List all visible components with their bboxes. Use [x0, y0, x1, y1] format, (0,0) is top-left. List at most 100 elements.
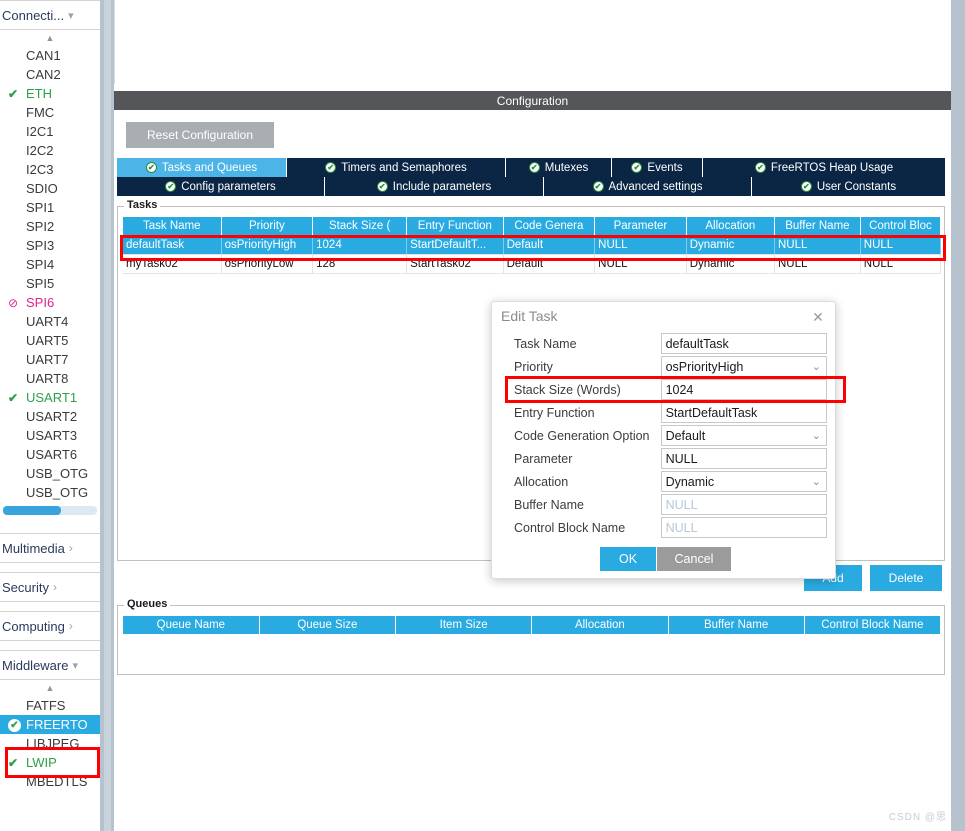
- sidebar-item-usart2[interactable]: USART2: [0, 407, 100, 426]
- tab-label: Advanced settings: [608, 180, 703, 193]
- dialog-title: Edit Task: [501, 308, 558, 324]
- sidebar-group-computing[interactable]: Computing ›: [0, 611, 100, 641]
- sidebar-item-label: FREERTO: [26, 717, 88, 732]
- sidebar-group-label: Connecti...: [2, 7, 65, 23]
- sidebar-item-mbedtls[interactable]: MBEDTLS: [0, 772, 100, 791]
- sidebar-item-label: SDIO: [26, 181, 58, 196]
- sidebar-item-i2c3[interactable]: I2C3: [0, 160, 100, 179]
- window-vertical-scrollbar[interactable]: [951, 0, 965, 831]
- sidebar-item-spi4[interactable]: SPI4: [0, 255, 100, 274]
- close-icon[interactable]: ✕: [809, 308, 827, 326]
- sidebar: Connecti... ▾ ▲ CAN1 CAN2 ✔ ETH FMC I2C1 I2C2 I…: [0, 0, 100, 831]
- sidebar-item-sdio[interactable]: SDIO: [0, 179, 100, 198]
- sidebar-item-fatfs[interactable]: FATFS: [0, 696, 100, 715]
- tab-tasks-and-queues[interactable]: ✔ Tasks and Queues: [117, 158, 287, 177]
- edit-task-dialog: Edit Task ✕ Task Name defaultTask Priority…: [491, 301, 836, 579]
- tasks-cell: 128: [312, 254, 408, 274]
- sidebar-item-label: SPI2: [26, 219, 55, 234]
- dialog-input-control-block-name[interactable]: NULL: [660, 517, 827, 538]
- queues-column-header: Buffer Name: [668, 616, 805, 635]
- sidebar-item-i2c2[interactable]: I2C2: [0, 141, 100, 160]
- sidebar-group-label: Security: [2, 579, 49, 595]
- configuration-header-title: Configuration: [496, 93, 569, 108]
- dialog-row-entry-function: Entry Function StartDefaultTask: [502, 401, 827, 424]
- table-row[interactable]: myTask02 osPriorityLow 128 StartTask02 Defau…: [123, 254, 942, 274]
- tab-events[interactable]: ✔ Events: [612, 158, 703, 177]
- sidebar-group-connectivity[interactable]: Connecti... ▾: [0, 0, 100, 30]
- tab-mutexes[interactable]: ✔ Mutexes: [506, 158, 612, 177]
- sidebar-item-eth[interactable]: ✔ ETH: [0, 84, 100, 103]
- dialog-input-parameter[interactable]: NULL: [660, 448, 827, 469]
- sidebar-item-i2c1[interactable]: I2C1: [0, 122, 100, 141]
- sidebar-middleware-scroll-spinner[interactable]: ▲: [0, 680, 100, 696]
- tab-freertos-heap-usage[interactable]: ✔ FreeRTOS Heap Usage: [703, 158, 945, 177]
- sidebar-item-usart3[interactable]: USART3: [0, 426, 100, 445]
- tab-advanced-settings[interactable]: ✔ Advanced settings: [544, 177, 752, 196]
- check-circle-icon: ✔: [631, 162, 643, 173]
- tab-timers-and-semaphores[interactable]: ✔ Timers and Semaphores: [287, 158, 506, 177]
- tasks-cell: osPriorityHigh: [221, 235, 314, 255]
- sidebar-item-spi1[interactable]: SPI1: [0, 198, 100, 217]
- sidebar-scroll-up-spinner[interactable]: ▲: [0, 30, 100, 46]
- sidebar-item-fmc[interactable]: FMC: [0, 103, 100, 122]
- chevron-right-icon: ›: [52, 580, 57, 594]
- sidebar-group-multimedia[interactable]: Multimedia ›: [0, 533, 100, 563]
- sidebar-group-middleware[interactable]: Middleware ▾: [0, 650, 100, 680]
- dialog-field-value: Dynamic: [665, 474, 715, 489]
- dialog-input-task-name[interactable]: defaultTask: [660, 333, 827, 354]
- dialog-field-label: Stack Size (Words): [514, 382, 621, 397]
- dialog-input-buffer-name[interactable]: NULL: [660, 494, 827, 515]
- queues-table-wrapper: Queue Name Queue Size Item Size Allocation B…: [123, 616, 942, 656]
- dialog-input-entry-function[interactable]: StartDefaultTask: [660, 402, 827, 423]
- chevron-down-icon: ▾: [68, 9, 74, 22]
- tasks-cell: myTask02: [123, 254, 222, 274]
- sidebar-item-usb-otg[interactable]: USB_OTG: [0, 483, 100, 502]
- sidebar-item-can2[interactable]: CAN2: [0, 65, 100, 84]
- tasks-table-wrapper: Task Name Priority Stack Size (Entry Funct…: [123, 217, 942, 287]
- sidebar-item-spi5[interactable]: SPI5: [0, 274, 100, 293]
- sidebar-item-label: LWIP: [26, 755, 57, 770]
- sidebar-item-spi6[interactable]: ⊘ SPI6: [0, 293, 100, 312]
- ok-button[interactable]: OK: [600, 547, 656, 571]
- sidebar-item-can1[interactable]: CAN1: [0, 46, 100, 65]
- tab-include-parameters[interactable]: ✔ Include parameters: [325, 177, 544, 196]
- sidebar-item-spi2[interactable]: SPI2: [0, 217, 100, 236]
- sidebar-item-uart4[interactable]: UART4: [0, 312, 100, 331]
- dialog-input-stack-size-words-[interactable]: 1024: [660, 379, 827, 400]
- dialog-select-allocation[interactable]: Dynamic ⌄: [660, 471, 827, 492]
- tasks-cell: NULL: [774, 235, 861, 255]
- queues-column-header: Queue Size: [259, 616, 397, 635]
- sidebar-horizontal-scrollbar[interactable]: [3, 506, 97, 515]
- cancel-button[interactable]: Cancel: [657, 547, 731, 571]
- dialog-select-code-generation-option[interactable]: Default ⌄: [660, 425, 827, 446]
- tab-config-parameters[interactable]: ✔ Config parameters: [117, 177, 325, 196]
- sidebar-item-uart8[interactable]: UART8: [0, 369, 100, 388]
- sidebar-item-usb-otg[interactable]: USB_OTG: [0, 464, 100, 483]
- tasks-cell: Default: [503, 254, 596, 274]
- sidebar-item-spi3[interactable]: SPI3: [0, 236, 100, 255]
- dialog-select-priority[interactable]: osPriorityHigh ⌄: [660, 356, 827, 377]
- sidebar-item-label: SPI1: [26, 200, 55, 215]
- sidebar-item-uart7[interactable]: UART7: [0, 350, 100, 369]
- sidebar-item-libjpeg[interactable]: LIBJPEG: [0, 734, 100, 753]
- delete-task-button[interactable]: Delete: [870, 565, 942, 591]
- table-row[interactable]: defaultTask osPriorityHigh 1024 StartDefaul…: [123, 235, 942, 255]
- tab-label: Timers and Semaphores: [341, 161, 467, 174]
- sidebar-middleware-list: FATFS ✔ FREERTO LIBJPEG ✔ LWIP MBEDTLS: [0, 696, 100, 791]
- sidebar-group-label: Multimedia: [2, 540, 65, 556]
- sidebar-item-label: UART4: [26, 314, 69, 329]
- dialog-field-label: Code Generation Option: [514, 428, 650, 443]
- sidebar-group-security[interactable]: Security ›: [0, 572, 100, 602]
- sidebar-item-usart6[interactable]: USART6: [0, 445, 100, 464]
- sidebar-item-usart1[interactable]: ✔ USART1: [0, 388, 100, 407]
- sidebar-item-freerto[interactable]: ✔ FREERTO: [0, 715, 100, 734]
- sidebar-item-lwip[interactable]: ✔ LWIP: [0, 753, 100, 772]
- tab-label: Config parameters: [181, 180, 276, 193]
- queues-column-header: Queue Name: [123, 616, 260, 635]
- sidebar-item-uart5[interactable]: UART5: [0, 331, 100, 350]
- reset-configuration-button[interactable]: Reset Configuration: [126, 122, 274, 148]
- tab-user-constants[interactable]: ✔ User Constants: [752, 177, 945, 196]
- tasks-column-header: Allocation: [686, 217, 775, 236]
- dialog-row-task-name: Task Name defaultTask: [502, 332, 827, 355]
- sidebar-item-label: ETH: [26, 86, 52, 101]
